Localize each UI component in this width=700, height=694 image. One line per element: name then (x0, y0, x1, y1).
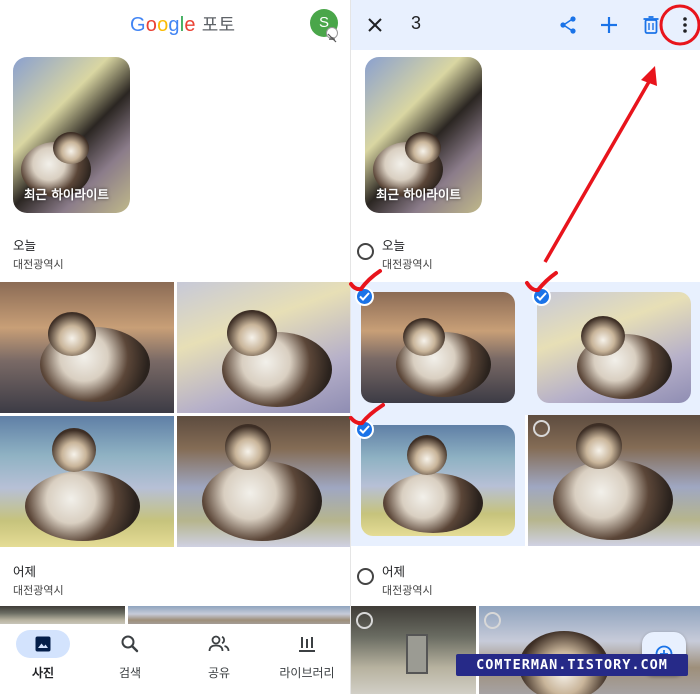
cat-photo-detail (407, 435, 447, 475)
google-photos-logo: Google 포토 (130, 11, 235, 37)
select-photo-radio[interactable] (533, 420, 550, 437)
logo-letter: g (168, 14, 180, 36)
selected-count: 3 (411, 13, 422, 33)
cat-photo-detail (383, 473, 483, 533)
share-icon[interactable] (553, 10, 583, 40)
section-title-yesterday: 어제 (13, 564, 37, 579)
photo-thumbnail[interactable] (128, 606, 350, 626)
select-all-yesterday-radio[interactable] (357, 568, 374, 585)
close-icon[interactable] (360, 10, 390, 40)
photo-thumbnail[interactable] (0, 606, 125, 626)
add-icon[interactable] (594, 10, 624, 40)
photo-thumbnail[interactable] (0, 416, 174, 547)
bottom-navigation: 사진 검색 공유 라이브러리 (0, 624, 350, 694)
cat-photo-detail (225, 424, 271, 470)
cat-photo-detail (553, 460, 673, 540)
logo-letter: G (130, 14, 146, 36)
logo-letter: e (184, 14, 196, 36)
photo-thumbnail-selected[interactable] (361, 292, 515, 403)
checkmark-icon[interactable] (355, 287, 374, 306)
cat-photo-detail (405, 132, 441, 164)
cat-photo-detail (202, 461, 322, 541)
checkmark-icon[interactable] (532, 287, 551, 306)
nav-item-sharing[interactable]: 공유 (179, 624, 259, 694)
photos-selection-screen: 3 최근 하이라이트 오늘 대전광역시 어제 대전광역시 COMTERMAN.T… (351, 0, 700, 694)
cat-photo-detail (25, 471, 140, 541)
nav-item-library[interactable]: 라이브러리 (267, 624, 347, 694)
cat-photo-detail (581, 316, 625, 356)
select-photo-radio[interactable] (484, 612, 501, 629)
section-location-yesterday[interactable]: 대전광역시 (382, 582, 433, 598)
select-all-today-radio[interactable] (357, 243, 374, 260)
search-icon (90, 630, 170, 658)
nav-item-search[interactable]: 검색 (90, 624, 170, 694)
logo-suffix: 포토 (201, 15, 236, 36)
logo-letter: o (145, 14, 158, 36)
logo-letter: o (157, 14, 169, 36)
photo-thumbnail[interactable] (0, 282, 174, 413)
photo-thumbnail-selected[interactable] (361, 425, 515, 536)
selection-app-bar: 3 (351, 0, 700, 50)
top-app-bar: Google 포토 S (0, 0, 350, 46)
watermark: COMTERMAN.TISTORY.COM (456, 654, 688, 676)
cat-photo-detail (576, 423, 622, 469)
door-lock-detail (406, 634, 428, 674)
section-title-today: 오늘 (382, 238, 406, 253)
photo-thumbnail-selected[interactable] (537, 292, 691, 403)
photos-main-screen: Google 포토 S 최근 하이라이트 오늘 대전광역시 어제 대전광역시 사… (0, 0, 350, 694)
nav-label: 사진 (31, 666, 55, 680)
highlight-caption: 최근 하이라이트 (376, 187, 461, 202)
section-title-today: 오늘 (13, 238, 37, 253)
cat-photo-detail (48, 312, 96, 356)
nav-label: 공유 (207, 666, 231, 680)
more-vert-icon[interactable] (670, 10, 700, 40)
photo-thumbnail[interactable] (177, 416, 350, 547)
nav-item-photos[interactable]: 사진 (3, 624, 83, 694)
section-location-yesterday[interactable]: 대전광역시 (13, 582, 64, 598)
section-location-today[interactable]: 대전광역시 (13, 256, 64, 272)
section-location-today[interactable]: 대전광역시 (382, 256, 433, 272)
highlight-caption: 최근 하이라이트 (24, 187, 109, 202)
section-title-yesterday: 어제 (382, 564, 406, 579)
nav-label: 검색 (118, 666, 142, 680)
nav-label: 라이브러리 (279, 666, 335, 680)
library-icon (267, 630, 347, 658)
cat-photo-detail (53, 132, 89, 164)
photo-thumbnail[interactable] (177, 282, 350, 413)
select-photo-radio[interactable] (356, 612, 373, 629)
cat-photo-detail (52, 428, 96, 472)
cat-photo-detail (403, 318, 445, 356)
recent-highlight-card[interactable]: 최근 하이라이트 (13, 57, 130, 213)
backup-off-badge-icon (326, 27, 338, 43)
photo-icon (16, 630, 70, 658)
recent-highlight-card[interactable]: 최근 하이라이트 (365, 57, 482, 213)
cat-photo-detail (227, 310, 277, 356)
delete-icon[interactable] (636, 10, 666, 40)
checkmark-icon[interactable] (355, 420, 374, 439)
people-icon (179, 630, 259, 658)
photo-thumbnail[interactable] (528, 415, 700, 546)
